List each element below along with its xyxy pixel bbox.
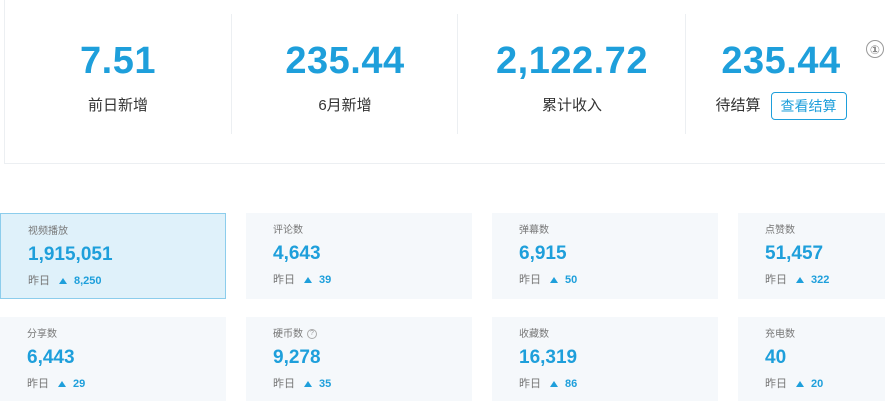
revenue-dashboard: 7.51 前日新增 235.44 6月新增 2,122.72 累计收入 235.…	[0, 0, 885, 401]
stat-card-danmaku[interactable]: 弹幕数 6,915 昨日 50	[492, 213, 718, 299]
card-value: 1,915,051	[28, 244, 113, 265]
card-value: 4,643	[273, 243, 321, 264]
delta-value: 8,250	[74, 275, 102, 287]
stat-card-shares[interactable]: 分享数 6,443 昨日 29	[0, 317, 226, 401]
summary-label: 待结算	[715, 97, 761, 114]
delta-label: 昨日	[765, 274, 787, 286]
delta-value: 86	[565, 378, 578, 390]
card-value: 51,457	[765, 243, 824, 264]
summary-label: 累计收入	[541, 97, 602, 114]
arrow-up-icon	[550, 381, 558, 387]
delta-label: 昨日	[273, 378, 295, 390]
card-delta: 昨日 8,250	[28, 274, 102, 288]
summary-value: 2,122.72	[496, 40, 648, 82]
card-value: 40	[765, 347, 787, 368]
arrow-up-icon	[59, 278, 67, 284]
delta-label: 昨日	[765, 378, 787, 390]
stat-card-comments[interactable]: 评论数 4,643 昨日 39	[246, 213, 472, 299]
delta-value: 35	[319, 378, 332, 390]
card-label: 分享数	[27, 329, 57, 340]
summary-value: 7.51	[80, 40, 156, 82]
card-value: 16,319	[519, 347, 578, 368]
arrow-up-icon	[304, 381, 312, 387]
summary-yesterday: 7.51 前日新增	[5, 14, 231, 134]
card-label: 点赞数	[765, 225, 795, 236]
card-label-text: 硬币数	[273, 329, 303, 340]
summary-value: 235.44	[721, 40, 841, 82]
card-delta: 昨日 39	[273, 273, 331, 287]
card-label: 评论数	[273, 225, 303, 236]
delta-value: 20	[811, 378, 824, 390]
delta-label: 昨日	[27, 378, 49, 390]
summary-value: 235.44	[285, 40, 405, 82]
summary-pending: 235.44 ① 待结算 查看结算	[685, 14, 884, 134]
delta-value: 39	[319, 274, 332, 286]
view-settlement-button[interactable]: 查看结算	[770, 92, 847, 120]
card-label: 充电数	[765, 329, 795, 340]
delta-value: 50	[565, 274, 578, 286]
summary-label: 6月新增	[318, 97, 372, 114]
stat-card-likes[interactable]: 点赞数 51,457 昨日 322	[738, 213, 885, 299]
card-value: 6,915	[519, 243, 567, 264]
card-label: 收藏数	[519, 329, 549, 340]
card-label: 弹幕数	[519, 225, 549, 236]
delta-value: 322	[811, 274, 830, 286]
stat-card-views[interactable]: 视频播放 1,915,051 昨日 8,250	[0, 213, 226, 299]
card-delta: 昨日 86	[519, 377, 577, 391]
card-label: 视频播放	[28, 226, 68, 237]
card-label: 硬币数?	[273, 329, 317, 341]
card-delta: 昨日 20	[765, 377, 823, 391]
info-icon[interactable]: ?	[307, 329, 317, 340]
summary-total: 2,122.72 累计收入	[457, 14, 686, 134]
delta-value: 29	[73, 378, 86, 390]
info-icon[interactable]: ①	[866, 40, 884, 58]
stat-card-favorites[interactable]: 收藏数 16,319 昨日 86	[492, 317, 718, 401]
arrow-up-icon	[550, 277, 558, 283]
delta-label: 昨日	[28, 275, 50, 287]
stat-card-charging[interactable]: 充电数 40 昨日 20	[738, 317, 885, 401]
summary-month: 235.44 6月新增	[231, 14, 458, 134]
delta-label: 昨日	[519, 378, 541, 390]
card-value: 6,443	[27, 347, 75, 368]
card-delta: 昨日 29	[27, 377, 85, 391]
delta-label: 昨日	[519, 274, 541, 286]
arrow-up-icon	[796, 277, 804, 283]
pending-label-row: 待结算 查看结算	[686, 92, 876, 120]
card-value: 9,278	[273, 347, 321, 368]
arrow-up-icon	[796, 381, 804, 387]
arrow-up-icon	[304, 277, 312, 283]
summary-label: 前日新增	[87, 97, 148, 114]
arrow-up-icon	[58, 381, 66, 387]
card-delta: 昨日 50	[519, 273, 577, 287]
delta-label: 昨日	[273, 274, 295, 286]
card-delta: 昨日 322	[765, 273, 829, 287]
card-delta: 昨日 35	[273, 377, 331, 391]
stat-card-coins[interactable]: 硬币数? 9,278 昨日 35	[246, 317, 472, 401]
earnings-summary-panel: 7.51 前日新增 235.44 6月新增 2,122.72 累计收入 235.…	[4, 0, 885, 164]
